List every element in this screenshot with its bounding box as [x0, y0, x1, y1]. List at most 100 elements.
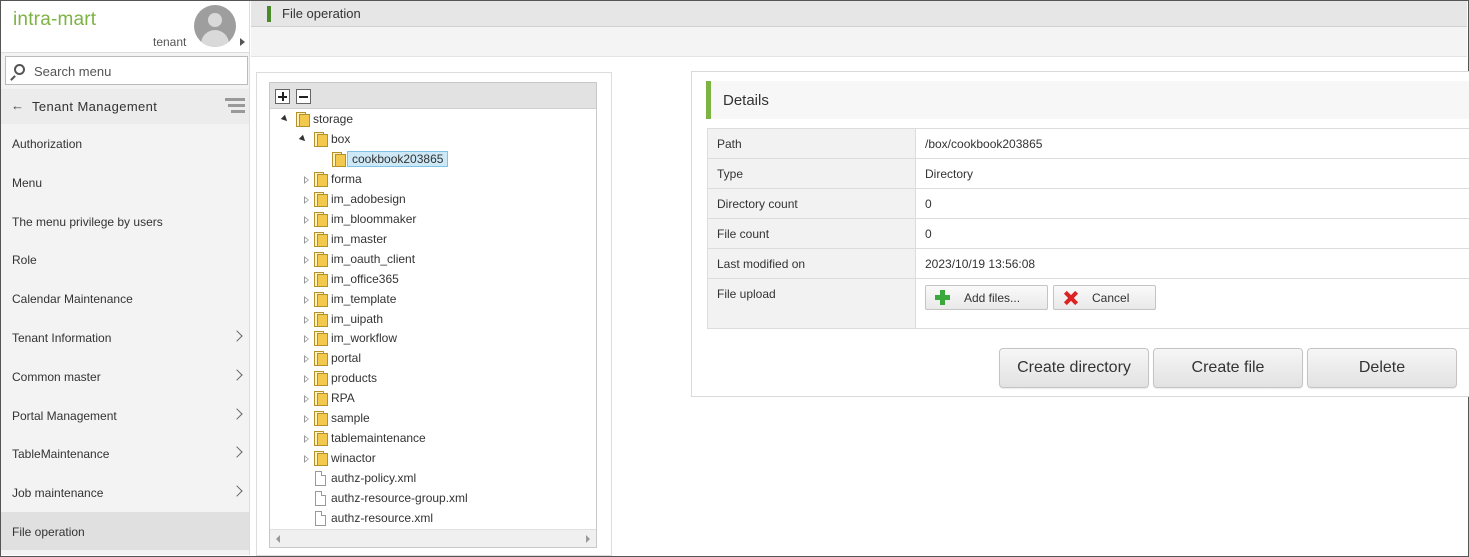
tree-folder-node[interactable]: box	[270, 131, 590, 149]
caret-right-icon[interactable]	[240, 38, 245, 46]
tree-folder-node[interactable]: im_adobesign	[270, 191, 590, 209]
avatar[interactable]	[194, 5, 236, 47]
tree-folder-node[interactable]: winactor	[270, 450, 590, 468]
details-key: File count	[707, 218, 916, 249]
collapsed-arrow-icon[interactable]	[304, 255, 309, 264]
horizontal-scrollbar[interactable]	[270, 529, 596, 547]
collapsed-arrow-icon[interactable]	[304, 355, 309, 364]
collapsed-arrow-icon[interactable]	[304, 275, 309, 284]
details-row: Last modified on 2023/10/19 13:56:08	[707, 248, 1469, 279]
scroll-right-icon[interactable]	[586, 535, 590, 543]
tree-folder-node[interactable]: products	[270, 370, 590, 388]
delete-button[interactable]: Delete	[1307, 348, 1457, 388]
collapsed-arrow-icon[interactable]	[304, 195, 309, 204]
tree-node-label[interactable]: products	[329, 371, 379, 385]
tree-node-label[interactable]: cookbook203865	[347, 150, 449, 167]
create-file-button[interactable]: Create file	[1153, 348, 1303, 388]
tree-node-label[interactable]: portal	[329, 351, 363, 365]
tree-node-label[interactable]: tablemaintenance	[329, 431, 428, 445]
sidebar-item[interactable]: TableMaintenance	[1, 434, 249, 472]
collapsed-arrow-icon[interactable]	[304, 315, 309, 324]
collapsed-arrow-icon[interactable]	[304, 295, 309, 304]
details-table: Path/box/cookbook203865 Type Directory Dire…	[707, 128, 1469, 329]
collapsed-arrow-icon[interactable]	[304, 335, 309, 344]
sidebar-item[interactable]: Menu	[1, 163, 249, 201]
chevron-right-icon	[231, 407, 243, 420]
collapse-all-button[interactable]	[296, 89, 311, 104]
collapsed-arrow-icon[interactable]	[304, 395, 309, 404]
tree-node-label[interactable]: im_oauth_client	[329, 252, 417, 266]
tree-file-node[interactable]: authz-resource-group.xml	[270, 490, 590, 508]
sidebar-item[interactable]: Common master	[1, 357, 249, 395]
collapsed-arrow-icon[interactable]	[304, 455, 309, 464]
sidebar-item[interactable]: Calendar Maintenance	[1, 279, 249, 317]
expand-all-button[interactable]	[275, 89, 290, 104]
tree-folder-node[interactable]: cookbook203865	[270, 150, 590, 169]
tree-node-label[interactable]: box	[329, 132, 352, 146]
expanded-arrow-icon[interactable]	[280, 114, 290, 124]
tree-node-label[interactable]: im_office365	[329, 272, 401, 286]
collapsed-arrow-icon[interactable]	[304, 435, 309, 444]
tree-folder-node[interactable]: RPA	[270, 390, 590, 408]
tree-node-label[interactable]: sample	[329, 411, 372, 425]
tree-file-node[interactable]: authz-policy.xml	[270, 470, 590, 488]
sidebar-item[interactable]: Authorization	[1, 124, 249, 162]
tree-node-label[interactable]: im_bloommaker	[329, 212, 418, 226]
sidebar-item[interactable]: Portal Management	[1, 396, 249, 434]
expanded-arrow-icon[interactable]	[298, 134, 308, 144]
collapsed-arrow-icon[interactable]	[304, 235, 309, 244]
tree-node-label[interactable]: im_adobesign	[329, 192, 408, 206]
menu-stack-icon[interactable]	[225, 98, 245, 116]
tenant-name: tenant	[153, 35, 187, 49]
tree-folder-node[interactable]: im_workflow	[270, 330, 590, 348]
tree-node-label[interactable]: RPA	[329, 391, 357, 405]
tree-node-label[interactable]: im_workflow	[329, 331, 399, 345]
tree-node-label[interactable]: authz-policy.xml	[329, 471, 418, 485]
create-directory-button[interactable]: Create directory	[999, 348, 1149, 388]
tree-node-label[interactable]: authz-resource.xml	[329, 511, 435, 525]
folder-icon	[314, 231, 328, 247]
tree-node-label[interactable]: im_template	[329, 292, 398, 306]
tree-folder-node[interactable]: im_office365	[270, 271, 590, 289]
chevron-right-icon	[231, 330, 243, 342]
add-files-button[interactable]: Add files...	[925, 285, 1048, 310]
tree-file-node[interactable]: authz-resource.xml	[270, 510, 590, 528]
tree-node-label[interactable]: authz-resource-group.xml	[329, 491, 470, 505]
tree-folder-node[interactable]: im_uipath	[270, 311, 590, 329]
tree-folder-node[interactable]: storage	[270, 111, 590, 129]
chevron-right-icon	[231, 369, 243, 381]
sidebar-item[interactable]: The menu privilege by users	[1, 202, 249, 240]
tree-folder-node[interactable]: im_bloommaker	[270, 211, 590, 229]
sidebar-item[interactable]: Tenant Information	[1, 318, 249, 356]
tree-node-label[interactable]: im_master	[329, 232, 389, 246]
tree-folder-node[interactable]: im_master	[270, 231, 590, 249]
sidebar-item-label: Authorization	[12, 137, 83, 151]
collapsed-arrow-icon[interactable]	[304, 175, 309, 184]
sidebar-item[interactable]: Job maintenance	[1, 473, 249, 511]
tree-folder-node[interactable]: forma	[270, 171, 590, 189]
file-upload-label: File upload	[707, 278, 916, 329]
collapsed-arrow-icon[interactable]	[304, 375, 309, 384]
sidebar-item[interactable]: Role	[1, 240, 249, 278]
cancel-upload-button[interactable]: Cancel	[1053, 285, 1156, 310]
search-input[interactable]	[34, 61, 234, 81]
tree-folder-node[interactable]: tablemaintenance	[270, 430, 590, 448]
scroll-left-icon[interactable]	[276, 535, 280, 543]
tree-node-label[interactable]: forma	[329, 172, 364, 186]
tree-node-label[interactable]: storage	[311, 112, 355, 126]
tree-folder-node[interactable]: im_template	[270, 291, 590, 309]
folder-icon	[296, 112, 310, 127]
tree-folder-node[interactable]: portal	[270, 350, 590, 368]
collapsed-arrow-icon[interactable]	[304, 215, 309, 224]
tree-folder-node[interactable]: sample	[270, 410, 590, 428]
tree-node-label[interactable]: im_uipath	[329, 312, 385, 326]
tree-node-label[interactable]: winactor	[329, 451, 378, 465]
back-arrow-icon[interactable]: ←	[11, 98, 24, 113]
app-logo[interactable]: intra-mart	[13, 9, 96, 31]
tree-folder-node[interactable]: im_oauth_client	[270, 251, 590, 269]
collapsed-arrow-icon[interactable]	[304, 415, 309, 424]
sidebar-section-header[interactable]: ← Tenant Management	[1, 89, 249, 124]
folder-icon	[314, 411, 328, 427]
tree-toolbar	[270, 83, 596, 109]
sidebar-item[interactable]: File operation	[1, 512, 249, 550]
